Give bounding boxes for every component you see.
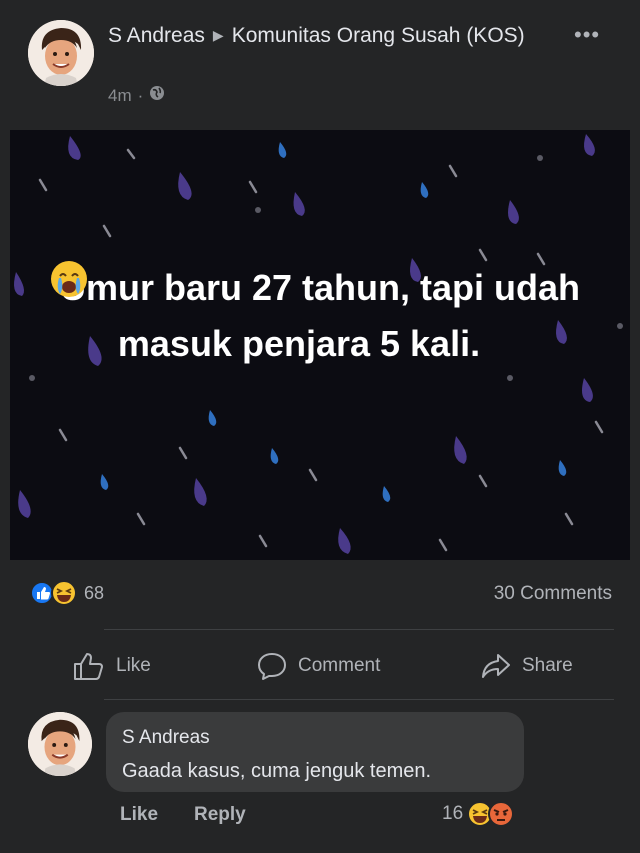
post-image[interactable]: Umur baru 27 tahun, tapi udah masuk penj… bbox=[10, 130, 630, 560]
comment-button[interactable]: Comment bbox=[256, 648, 380, 684]
comment-like-button[interactable]: Like bbox=[120, 804, 158, 826]
reaction-icons bbox=[30, 580, 80, 606]
post-group-name[interactable]: Komunitas Orang Susah (KOS) bbox=[232, 24, 525, 47]
post-author-avatar[interactable] bbox=[28, 20, 94, 86]
comment-reaction-count: 16 bbox=[442, 803, 464, 824]
meta-separator: · bbox=[137, 85, 144, 105]
like-reaction-icon bbox=[30, 581, 54, 605]
crying-face-icon bbox=[51, 261, 522, 362]
comment-reaction-icons bbox=[467, 801, 515, 827]
comment-label: Comment bbox=[298, 655, 381, 676]
caret-right-icon: ▶ bbox=[212, 27, 224, 43]
post-image-text: Umur baru 27 tahun, tapi udah masuk penj… bbox=[50, 260, 590, 372]
post-author-name[interactable]: S Andreas bbox=[108, 24, 205, 47]
post-timestamp[interactable]: 4m bbox=[108, 86, 132, 106]
share-button[interactable]: Share bbox=[480, 648, 573, 684]
globe-icon bbox=[149, 85, 165, 106]
like-button[interactable]: Like bbox=[72, 648, 151, 684]
comment-author-avatar[interactable] bbox=[28, 712, 92, 776]
thumbs-up-icon bbox=[72, 651, 106, 681]
divider bbox=[104, 699, 614, 700]
more-options-icon[interactable]: ••• bbox=[574, 22, 600, 48]
divider bbox=[104, 629, 614, 630]
comments-count[interactable]: 30 Comments bbox=[494, 583, 612, 605]
comment-reply-button[interactable]: Reply bbox=[194, 804, 246, 826]
haha-reaction-icon bbox=[51, 580, 77, 606]
like-label: Like bbox=[116, 655, 151, 676]
reactions-summary[interactable]: 68 bbox=[30, 580, 104, 606]
comment-icon bbox=[256, 651, 288, 681]
angry-reaction-icon bbox=[488, 801, 515, 827]
post-author-line: S Andreas ▶ Komunitas Orang Susah (KOS) bbox=[108, 20, 568, 51]
post-meta: 4m · bbox=[108, 85, 165, 106]
comment-text: Gaada kasus, cuma jenguk temen. bbox=[122, 760, 432, 782]
share-icon bbox=[480, 651, 512, 681]
comment-reactions[interactable]: 16 bbox=[442, 800, 515, 828]
share-label: Share bbox=[522, 655, 573, 676]
reaction-count: 68 bbox=[84, 582, 105, 603]
comment-author-name[interactable]: S Andreas bbox=[122, 727, 210, 749]
